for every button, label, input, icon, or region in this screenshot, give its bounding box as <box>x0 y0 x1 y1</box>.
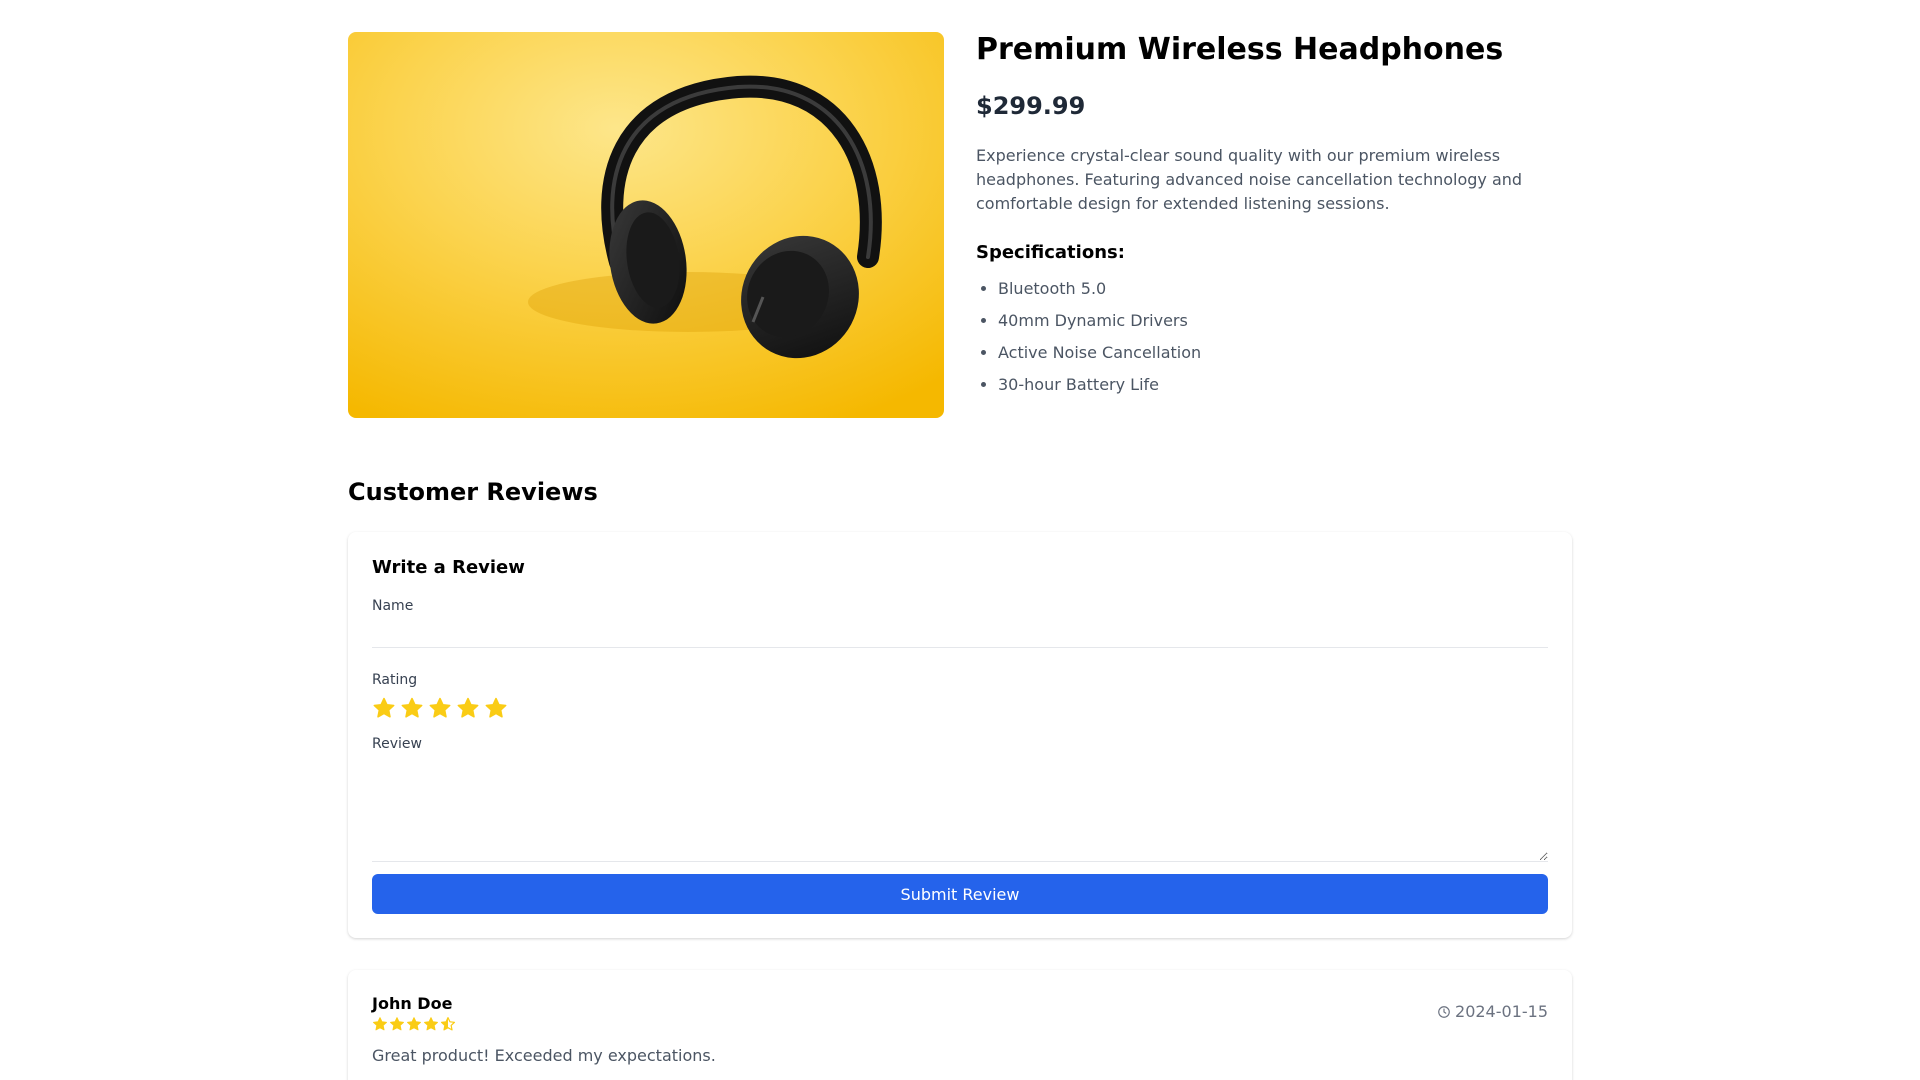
rating-stars <box>372 696 1548 720</box>
spec-item: 30-hour Battery Life <box>998 373 1572 397</box>
review-label: Review <box>372 736 422 752</box>
star-icon[interactable] <box>400 696 424 720</box>
star-icon <box>424 1017 438 1031</box>
spec-item: 40mm Dynamic Drivers <box>998 309 1572 333</box>
write-review-form: Write a Review Name Rating Review Submit… <box>348 532 1572 938</box>
rating-field: Rating <box>372 670 1548 720</box>
review-textarea[interactable] <box>372 758 1548 862</box>
clock-icon <box>1438 1005 1450 1018</box>
review-date: 2024-01-15 <box>1437 1002 1548 1021</box>
rating-label: Rating <box>372 672 418 688</box>
product-image <box>348 32 944 418</box>
review-author-block: John Doe <box>372 994 456 1032</box>
review-rating-stars <box>372 1016 456 1032</box>
specifications-list: Bluetooth 5.0 40mm Dynamic Drivers Activ… <box>976 277 1572 397</box>
spec-item: Active Noise Cancellation <box>998 341 1572 365</box>
specifications-title: Specifications: <box>976 242 1125 263</box>
product-description: Experience crystal-clear sound quality w… <box>976 146 1523 213</box>
review-date-text: 2024-01-15 <box>1455 1002 1548 1021</box>
product-price: $299.99 <box>976 92 1086 120</box>
reviewer-name: John Doe <box>372 994 453 1013</box>
product-info: Premium Wireless Headphones $299.99 Expe… <box>976 32 1572 418</box>
star-icon <box>373 1017 387 1031</box>
star-icon <box>390 1017 404 1031</box>
product-section: Premium Wireless Headphones $299.99 Expe… <box>348 32 1572 418</box>
review-field: Review <box>372 734 1548 862</box>
star-half-icon <box>440 1017 456 1031</box>
name-input[interactable] <box>372 620 1548 648</box>
form-title: Write a Review <box>372 557 525 578</box>
review-item: John Doe 2024-01-15 Great product! Excee… <box>348 970 1572 1080</box>
product-page: Premium Wireless Headphones $299.99 Expe… <box>348 0 1572 1080</box>
star-icon <box>407 1017 421 1031</box>
review-text: Great product! Exceeded my expectations. <box>372 1046 716 1065</box>
headphones-image <box>348 32 944 418</box>
review-header: John Doe 2024-01-15 <box>372 994 1548 1032</box>
name-label: Name <box>372 598 414 614</box>
submit-review-button[interactable]: Submit Review <box>372 874 1548 914</box>
star-icon[interactable] <box>484 696 508 720</box>
star-icon[interactable] <box>428 696 452 720</box>
star-icon[interactable] <box>456 696 480 720</box>
product-title: Premium Wireless Headphones <box>976 32 1504 67</box>
spec-item: Bluetooth 5.0 <box>998 277 1572 301</box>
star-icon[interactable] <box>372 696 396 720</box>
reviews-heading: Customer Reviews <box>348 478 598 506</box>
